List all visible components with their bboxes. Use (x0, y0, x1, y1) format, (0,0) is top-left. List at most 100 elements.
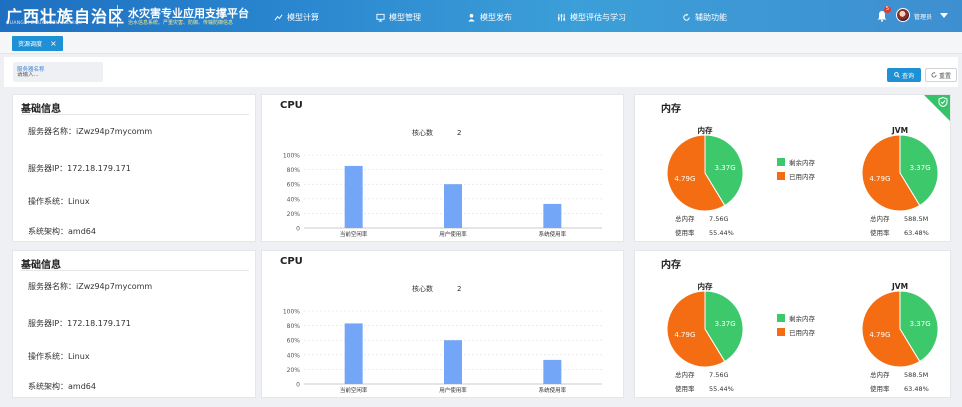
server-name-filter: 服务器名称 (13, 62, 103, 82)
pie-value-label: 3.37G (910, 164, 931, 172)
cpu-bar (444, 340, 462, 384)
query-button[interactable]: 查询 (887, 68, 921, 82)
pie-value-label: 4.79G (869, 175, 890, 183)
legend-swatch (777, 314, 785, 322)
server-name-text: 服务器名称：iZwz94p7mycomm (28, 282, 153, 291)
usage-value: 55.44% (709, 229, 734, 237)
y-tick-label: 100% (283, 153, 300, 160)
nav-label: 模型管理 (389, 12, 421, 22)
tab-resource-dispatch[interactable]: 资源调度 × (12, 36, 63, 51)
divider (21, 114, 249, 115)
cpu-bar-chart: 核心数 2 100% 80% 60% 40% 20% 0 当前空闲率 用户使用率 系统使用率 (283, 284, 602, 394)
nav-model-publish[interactable]: 模型发布 (467, 11, 512, 23)
cpu-panel: CPU 核心数 2 100% 80% 60% 40% 20% 0 当前空闲率 用户使用率 系统使用率 (261, 250, 624, 398)
pie-value-label: 4.79G (674, 175, 695, 183)
usage-value: 63.48% (904, 229, 929, 237)
cores-label: 核心数 (412, 128, 433, 137)
pie-title: JVM (891, 126, 908, 135)
usage-value: 63.48% (904, 385, 929, 393)
total-value: 588.5M (904, 371, 928, 379)
caret-down-icon[interactable] (940, 13, 948, 18)
legend-label: 剩余内存 (789, 314, 816, 323)
x-tick-label: 系统使用率 (539, 386, 567, 394)
notification-badge: 5 (884, 6, 891, 13)
nav-auxiliary[interactable]: 辅助功能 (682, 11, 727, 23)
panel-title: 基础信息 (21, 260, 61, 271)
legend-swatch (777, 158, 785, 166)
cores-label: 核心数 (412, 284, 433, 293)
x-tick-label: 当前空闲率 (340, 386, 368, 394)
pie-value-label: 4.79G (674, 331, 695, 339)
cpu-panel: CPU 核心数 2 100% 80% 60% 40% 20% 0 当前空闲率 用户使用率 系统使用率 (261, 94, 624, 242)
x-tick-label: 系统使用率 (539, 230, 567, 238)
pie-value-label: 4.79G (869, 331, 890, 339)
server-name-text: 服务器名称：iZwz94p7mycomm (28, 127, 153, 136)
cores-value: 2 (457, 129, 461, 137)
total-value: 588.5M (904, 215, 928, 223)
nav-model-evaluate[interactable]: 模型评估与学习 (557, 11, 626, 23)
memory-panel: 内存 内存 3.37G 4.79G 总内存 7.56G 使用率 55.44% JVM 3.37G… (634, 94, 951, 242)
query-button-label: 查询 (901, 72, 914, 80)
logo-divider (117, 5, 118, 27)
nav-label: 模型评估与学习 (570, 12, 626, 22)
panel-title: 基础信息 (21, 104, 61, 115)
top-header: 广西壮族自治区 GUANGXI ZHUANGZU ZIZHIQU 水灾害专业应用… (0, 0, 962, 32)
server-ip-text: 服务器IP：172.18.179.171 (28, 319, 131, 328)
arch-text: 系统架构：amd64 (28, 227, 96, 236)
shield-check-icon (938, 97, 948, 107)
nav-model-compute[interactable]: 模型计算 (274, 11, 319, 23)
total-label: 总内存 (675, 370, 695, 379)
cpu-bar (543, 359, 562, 384)
y-tick-label: 0 (296, 226, 300, 233)
usage-label: 使用率 (870, 384, 890, 393)
server-name-input[interactable] (17, 72, 97, 78)
usage-label: 使用率 (870, 228, 890, 237)
divider (21, 270, 249, 271)
cycle-icon (683, 12, 690, 21)
sliders-icon (557, 13, 566, 21)
usage-label: 使用率 (675, 228, 695, 237)
tab-label: 资源调度 (18, 41, 43, 48)
avatar[interactable] (896, 8, 910, 22)
legend-swatch (777, 328, 785, 336)
os-text: 操作系统：Linux (28, 197, 90, 206)
memory-panel: 内存 内存 3.37G 4.79G 总内存 7.56G 使用率 55.44% JVM 3.37G… (634, 250, 951, 398)
server-row: 基础信息 服务器名称：iZwz94p7mycomm 服务器IP：172.18.1… (12, 94, 951, 244)
y-tick-label: 100% (283, 309, 300, 316)
y-tick-label: 80% (287, 167, 301, 174)
cpu-bar (344, 323, 363, 384)
server-row: 基础信息 服务器名称：iZwz94p7mycomm 服务器IP：172.18.1… (12, 250, 951, 400)
basic-info-panel: 基础信息 服务器名称：iZwz94p7mycomm 服务器IP：172.18.1… (12, 250, 256, 398)
pie-value-label: 3.37G (715, 164, 736, 172)
close-icon[interactable]: × (50, 39, 57, 48)
usage-value: 55.44% (709, 385, 734, 393)
pie-title: 内存 (698, 125, 713, 135)
nav-label: 辅助功能 (695, 12, 727, 22)
y-tick-label: 40% (287, 352, 301, 359)
reset-button-label: 重置 (938, 72, 951, 80)
x-tick-label: 用户使用率 (439, 230, 467, 238)
legend-label: 已用内存 (789, 328, 816, 337)
y-tick-label: 80% (287, 323, 301, 330)
cpu-bar (344, 165, 363, 228)
cpu-bar-chart: 核心数 2 100% 80% 60% 40% 20% 0 当前空闲率 用户使用率 系统使用率 (283, 128, 602, 238)
chart-icon (274, 14, 283, 20)
search-icon (894, 72, 900, 78)
user-name[interactable]: 管理员 (914, 12, 932, 21)
memory-pie-charts: 内存 3.37G 4.79G 总内存 7.56G 使用率 55.44% JVM 3.37G 4.7… (666, 281, 939, 393)
legend-label: 剩余内存 (789, 158, 816, 167)
pie-value-label: 3.37G (715, 320, 736, 328)
y-tick-label: 40% (287, 196, 301, 203)
nav-model-manage[interactable]: 模型管理 (376, 11, 421, 23)
x-tick-label: 用户使用率 (439, 386, 467, 394)
server-ip-text: 服务器IP：172.18.179.171 (28, 164, 131, 173)
cpu-bar (444, 184, 462, 228)
y-tick-label: 20% (287, 211, 301, 218)
y-tick-label: 60% (287, 182, 301, 189)
x-tick-label: 当前空闲率 (340, 230, 368, 238)
cores-value: 2 (457, 285, 461, 293)
usage-label: 使用率 (675, 384, 695, 393)
reset-button[interactable]: 重置 (925, 68, 957, 82)
total-label: 总内存 (870, 370, 890, 379)
cpu-bar (543, 203, 562, 228)
